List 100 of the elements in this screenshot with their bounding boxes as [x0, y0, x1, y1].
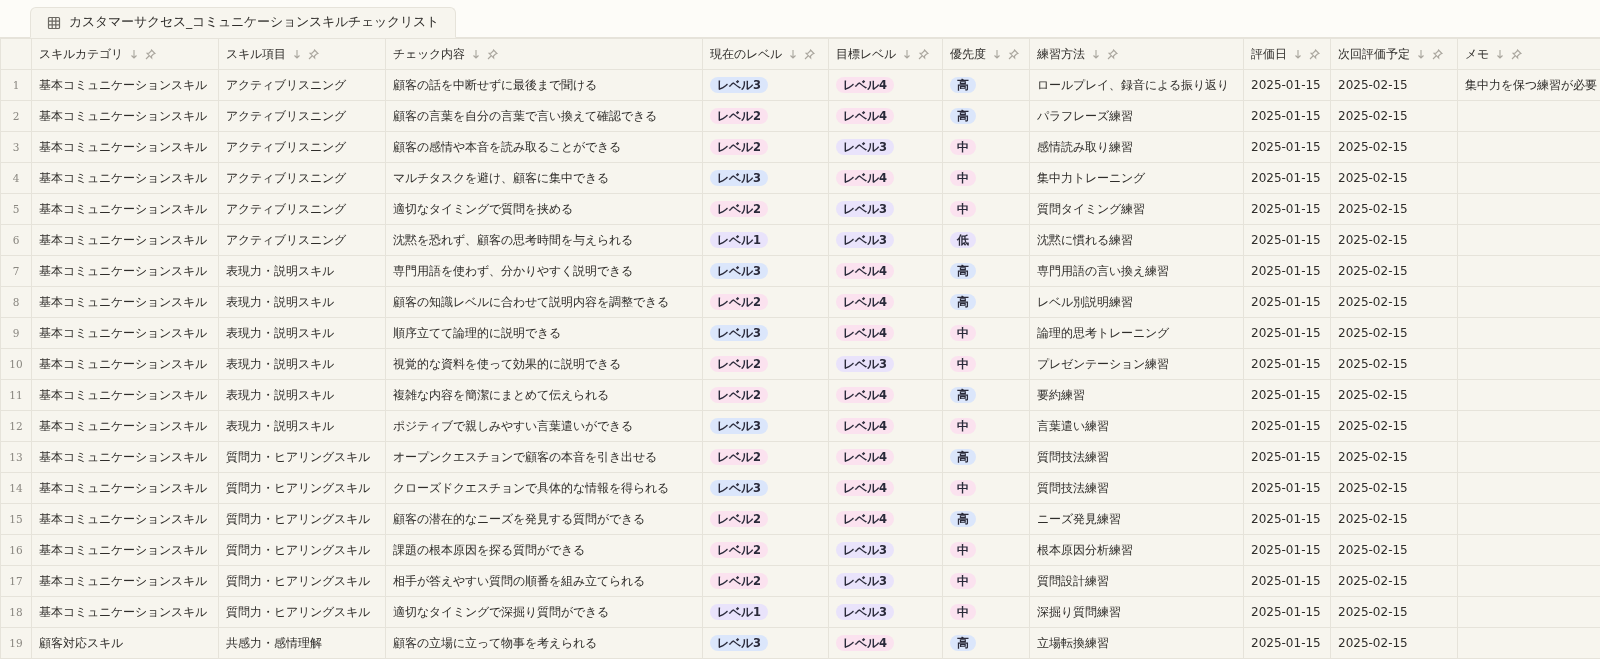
table-cell: 顧客対応スキル	[39, 636, 123, 650]
level-tag: レベル2	[710, 294, 768, 310]
table-cell: 2025-02-15	[1338, 233, 1408, 247]
table-cell: 根本原因分析練習	[1037, 543, 1133, 557]
pin-icon[interactable]	[1511, 48, 1522, 60]
table-cell: 基本コミュニケーションスキル	[39, 543, 207, 557]
table-cell: 感情読み取り練習	[1037, 140, 1133, 154]
tab-title: カスタマーサクセス_コミュニケーションスキルチェックリスト	[69, 13, 440, 32]
level-tag: レベル3	[836, 356, 894, 372]
table-cell: 質問力・ヒアリングスキル	[226, 450, 370, 464]
level-tag: レベル3	[836, 232, 894, 248]
table-cell: 言葉遣い練習	[1037, 419, 1109, 433]
priority-tag: 中	[950, 573, 976, 589]
level-tag: レベル4	[836, 635, 894, 651]
row-number: 12	[9, 420, 23, 432]
level-tag: レベル3	[710, 170, 768, 186]
pin-icon[interactable]	[804, 48, 815, 60]
level-tag: レベル4	[836, 77, 894, 93]
sort-arrow-icon[interactable]	[1496, 49, 1504, 59]
priority-tag: 高	[950, 108, 976, 124]
level-tag: レベル2	[710, 139, 768, 155]
table-cell: 質問技法練習	[1037, 481, 1109, 495]
table-cell: 質問力・ヒアリングスキル	[226, 512, 370, 526]
priority-tag: 高	[950, 387, 976, 403]
sort-arrow-icon[interactable]	[789, 49, 797, 59]
table-cell: 質問タイミング練習	[1037, 202, 1145, 216]
table-cell: 深掘り質問練習	[1037, 605, 1121, 619]
table-cell: 基本コミュニケーションスキル	[39, 388, 207, 402]
row-number: 5	[12, 203, 20, 215]
row-number: 4	[12, 172, 20, 184]
row-number: 7	[12, 265, 20, 277]
level-tag: レベル4	[836, 294, 894, 310]
sort-arrow-icon[interactable]	[1294, 49, 1302, 59]
level-tag: レベル4	[836, 511, 894, 527]
column-title: 練習方法	[1037, 46, 1085, 63]
pin-icon[interactable]	[308, 48, 319, 60]
table-cell: 基本コミュニケーションスキル	[39, 233, 207, 247]
table-cell: 2025-02-15	[1338, 295, 1408, 309]
table-cell: 質問力・ヒアリングスキル	[226, 543, 370, 557]
table-cell: 集中力トレーニング	[1037, 171, 1145, 185]
table-cell: 共感力・感情理解	[226, 636, 322, 650]
table-tab[interactable]: カスタマーサクセス_コミュニケーションスキルチェックリスト	[30, 7, 457, 38]
table-cell: 2025-02-15	[1338, 543, 1408, 557]
row-number: 19	[9, 637, 23, 649]
priority-tag: 高	[950, 294, 976, 310]
sort-arrow-icon[interactable]	[993, 49, 1001, 59]
row-number: 15	[9, 513, 23, 525]
table-cell: 基本コミュニケーションスキル	[39, 140, 207, 154]
table-cell: 基本コミュニケーションスキル	[39, 326, 207, 340]
priority-tag: 中	[950, 418, 976, 434]
level-tag: レベル3	[710, 77, 768, 93]
table-cell: 2025-01-15	[1251, 605, 1321, 619]
row-number: 8	[12, 296, 20, 308]
column-title: スキル項目	[226, 46, 286, 63]
sort-arrow-icon[interactable]	[293, 49, 301, 59]
pin-icon[interactable]	[918, 48, 929, 60]
table-cell: 2025-01-15	[1251, 574, 1321, 588]
column-title: スキルカテゴリ	[39, 46, 123, 63]
sort-arrow-icon[interactable]	[1417, 49, 1425, 59]
level-tag: レベル3	[836, 542, 894, 558]
level-tag: レベル4	[836, 170, 894, 186]
table-cell: 専門用語の言い換え練習	[1037, 264, 1169, 278]
table-cell: 質問技法練習	[1037, 450, 1109, 464]
level-tag: レベル3	[710, 418, 768, 434]
level-tag: レベル3	[836, 201, 894, 217]
pin-icon[interactable]	[1432, 48, 1443, 60]
table-cell: 2025-01-15	[1251, 543, 1321, 557]
table-cell: 順序立てて論理的に説明できる	[393, 326, 561, 340]
table-cell: 質問力・ヒアリングスキル	[226, 574, 370, 588]
table-cell: 2025-02-15	[1338, 512, 1408, 526]
table-cell: 2025-02-15	[1338, 419, 1408, 433]
table-cell: 2025-01-15	[1251, 233, 1321, 247]
level-tag: レベル3	[710, 263, 768, 279]
table-cell: 表現力・説明スキル	[226, 388, 334, 402]
table-cell: 要約練習	[1037, 388, 1085, 402]
table-cell: 沈黙を恐れず、顧客の思考時間を与えられる	[393, 233, 633, 247]
pin-icon[interactable]	[145, 48, 156, 60]
pin-icon[interactable]	[487, 48, 498, 60]
column-title: 評価日	[1251, 46, 1287, 63]
sort-arrow-icon[interactable]	[130, 49, 138, 59]
pin-icon[interactable]	[1008, 48, 1019, 60]
level-tag: レベル4	[836, 108, 894, 124]
pin-icon[interactable]	[1309, 48, 1320, 60]
table-cell: 基本コミュニケーションスキル	[39, 295, 207, 309]
table-cell: 視覚的な資料を使って効果的に説明できる	[393, 357, 621, 371]
table-cell: 基本コミュニケーションスキル	[39, 109, 207, 123]
sort-arrow-icon[interactable]	[1092, 49, 1100, 59]
table-cell: 2025-02-15	[1338, 481, 1408, 495]
priority-tag: 高	[950, 449, 976, 465]
sort-arrow-icon[interactable]	[903, 49, 911, 59]
table-cell: 基本コミュニケーションスキル	[39, 574, 207, 588]
table-cell: 2025-01-15	[1251, 450, 1321, 464]
table-cell: アクティブリスニング	[226, 109, 346, 123]
table-cell: 立場転換練習	[1037, 636, 1109, 650]
table-cell: 相手が答えやすい質問の順番を組み立てられる	[393, 574, 645, 588]
level-tag: レベル3	[836, 573, 894, 589]
table-cell: 2025-02-15	[1338, 605, 1408, 619]
pin-icon[interactable]	[1107, 48, 1118, 60]
sort-arrow-icon[interactable]	[472, 49, 480, 59]
table-cell: 顧客の立場に立って物事を考えられる	[393, 636, 597, 650]
